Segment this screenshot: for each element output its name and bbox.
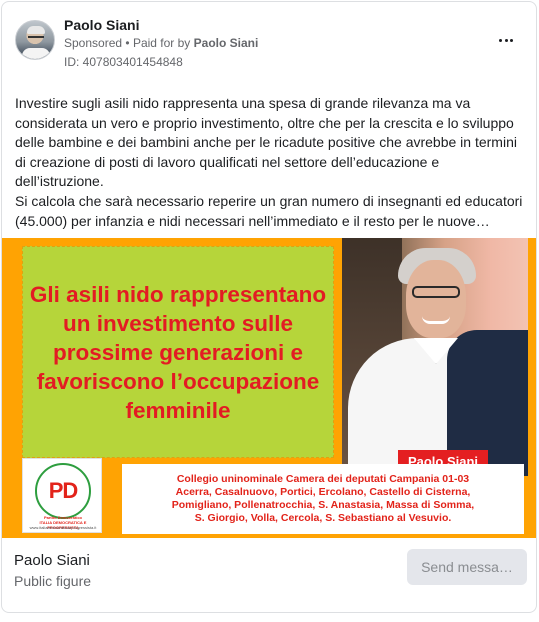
- more-options-button[interactable]: [492, 30, 520, 50]
- paid-for-prefix: Paid for by: [132, 36, 191, 50]
- sponsored-meta: Sponsored • Paid for by Paolo Siani: [64, 36, 258, 50]
- party-logo: PD Partito Democratico ITALIA DEMOCRATIC…: [22, 458, 102, 533]
- constituency-title: Collegio uninominale Camera dei deputati…: [176, 473, 470, 485]
- send-message-button[interactable]: Send messa…: [407, 549, 527, 585]
- pd-logo-icon: PD: [35, 463, 91, 519]
- logo-url: www.italiademocraticaeprogressista.it: [29, 525, 97, 530]
- body-paragraph: Investire sugli asili nido rappresenta u…: [15, 95, 517, 190]
- page-name[interactable]: Paolo Siani: [64, 17, 139, 33]
- constituency-line: S. Giorgio, Volla, Cercola, S. Sebastian…: [194, 512, 452, 524]
- footer-page-name[interactable]: Paolo Siani: [14, 552, 90, 569]
- body-paragraph: Si calcola che sarà necessario reperire …: [15, 192, 523, 229]
- more-horizontal-icon: [499, 38, 503, 42]
- creative-headline: Gli asili nido rappresentano un investim…: [30, 280, 326, 425]
- candidate-photo: [342, 238, 528, 476]
- paid-for-name: Paolo Siani: [193, 36, 259, 50]
- ad-footer: Paolo Siani Public figure Send messa…: [2, 538, 536, 612]
- footer-page-category: Public figure: [14, 573, 92, 589]
- ad-header: Paolo Siani Sponsored • Paid for by Paol…: [2, 2, 536, 82]
- headline-line: prossime generazioni e: [52, 339, 304, 365]
- ad-body-text: Investire sugli asili nido rappresenta u…: [15, 94, 525, 231]
- constituency-info: Collegio uninominale Camera dei deputati…: [122, 464, 524, 534]
- headline-line: femminile: [125, 397, 231, 423]
- logo-pd-text: PD: [48, 478, 79, 503]
- headline-line: Gli asili nido rappresentano: [29, 281, 327, 307]
- headline-line: un investimento sulle: [62, 310, 294, 336]
- headline-box: Gli asili nido rappresentano un investim…: [22, 246, 334, 458]
- sponsored-label: Sponsored: [64, 36, 123, 50]
- ad-card: Paolo Siani Sponsored • Paid for by Paol…: [1, 1, 537, 613]
- ad-creative-image[interactable]: Gli asili nido rappresentano un investim…: [2, 238, 536, 538]
- constituency-line: Pomigliano, Pollenatrocchia, S. Anastasi…: [171, 499, 475, 511]
- headline-line: favoriscono l’occupazione: [36, 368, 320, 394]
- constituency-line: Acerra, Casalnuovo, Portici, Ercolano, C…: [175, 486, 471, 498]
- avatar[interactable]: [15, 20, 55, 60]
- meta-separator: •: [125, 36, 130, 50]
- ad-id: ID: 407803401454848: [64, 55, 183, 69]
